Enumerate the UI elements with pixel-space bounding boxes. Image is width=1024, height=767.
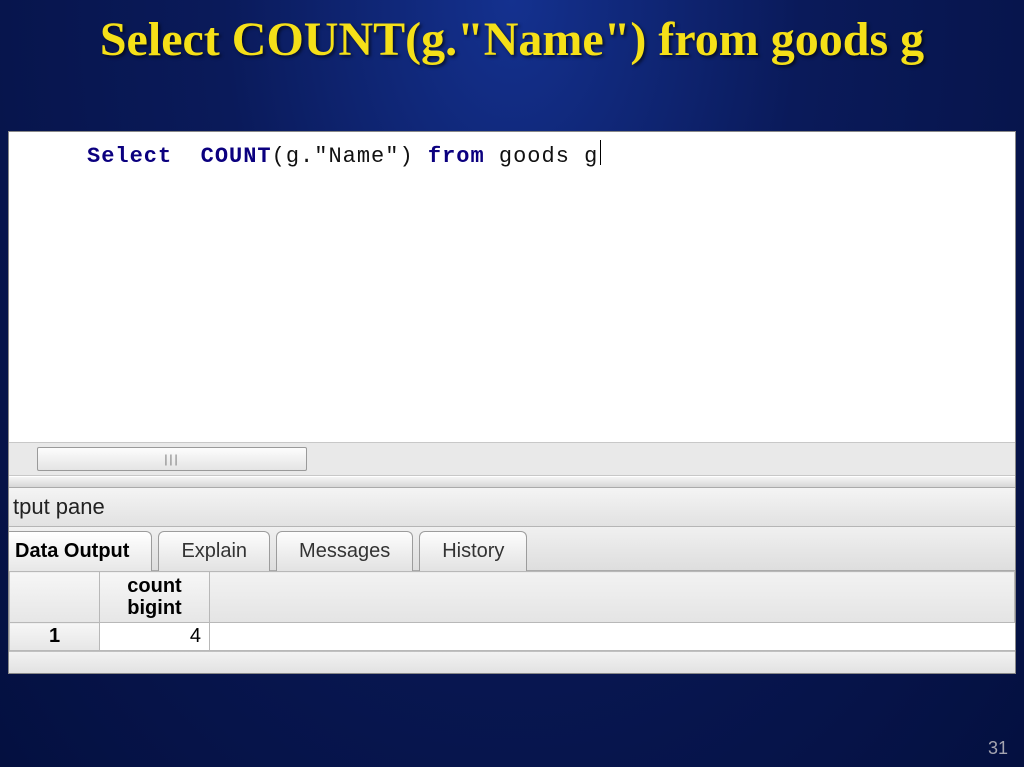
result-header-row: count bigint	[10, 572, 1015, 623]
tab-label: Messages	[299, 540, 390, 563]
output-tabs: Data Output Explain Messages History	[9, 527, 1015, 571]
sql-literal: "Name"	[314, 144, 399, 169]
table-row[interactable]: 1 4	[10, 623, 1015, 651]
horizontal-scrollbar-row: |||	[9, 442, 1015, 476]
output-pane-label-text: tput pane	[13, 494, 105, 519]
text-cursor	[600, 140, 601, 165]
slide-page-number: 31	[988, 738, 1008, 759]
column-header-count[interactable]: count bigint	[100, 572, 210, 623]
cell-value[interactable]: 4	[100, 623, 210, 651]
sql-text: )	[399, 144, 413, 169]
sql-keyword-select: Select	[87, 144, 172, 169]
sql-tool-window: Select COUNT(g."Name") from goods g ||| …	[8, 131, 1016, 674]
tab-label: Explain	[181, 540, 247, 563]
tab-data-output[interactable]: Data Output	[9, 531, 152, 571]
sql-function-count: COUNT	[201, 144, 272, 169]
grid-header-blank	[210, 572, 1015, 623]
tab-history[interactable]: History	[419, 531, 527, 571]
column-name: count	[127, 575, 181, 597]
grid-corner	[10, 572, 100, 623]
output-pane-label: tput pane	[9, 488, 1015, 527]
slide-title: Select COUNT(g."Name") from goods g	[0, 0, 1024, 75]
grid-cell-blank	[210, 623, 1015, 651]
result-grid: count bigint 1 4	[9, 571, 1015, 651]
tab-label: Data Output	[15, 540, 129, 563]
sql-text: (g.	[272, 144, 315, 169]
column-type: bigint	[127, 597, 181, 619]
splitter-bar[interactable]	[9, 476, 1015, 488]
scrollbar-grip-icon: |||	[164, 454, 179, 464]
tab-explain[interactable]: Explain	[158, 531, 270, 571]
sql-editor[interactable]: Select COUNT(g."Name") from goods g	[9, 132, 1015, 442]
sql-table: goods g	[499, 144, 598, 169]
sql-keyword-from: from	[428, 144, 485, 169]
tab-messages[interactable]: Messages	[276, 531, 413, 571]
horizontal-scrollbar-thumb[interactable]: |||	[37, 447, 307, 471]
row-number: 1	[10, 623, 100, 651]
grid-footer-strip	[9, 651, 1015, 673]
tab-label: History	[442, 540, 504, 563]
